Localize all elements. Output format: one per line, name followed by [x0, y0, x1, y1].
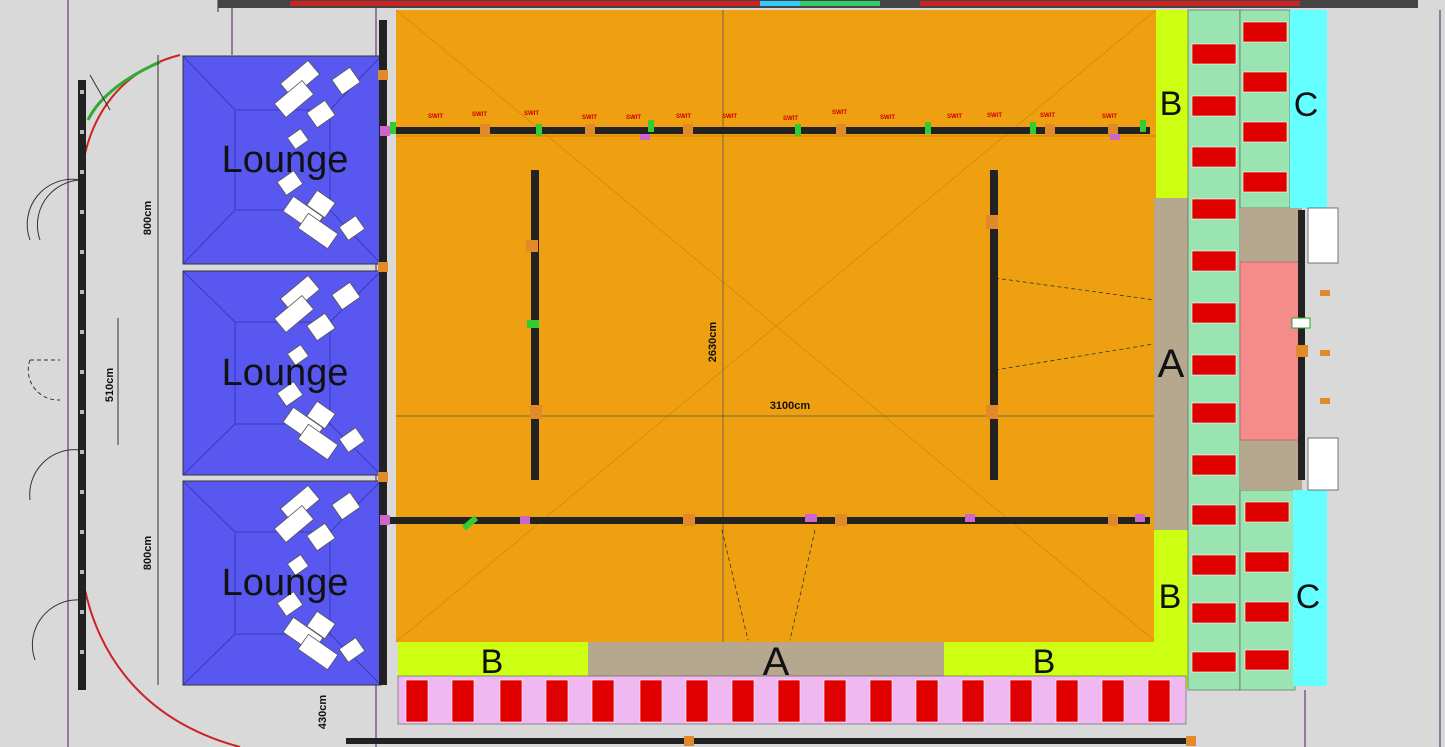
dim-lounge-top: 800cm — [142, 201, 154, 235]
svg-text:SWIT: SWIT — [783, 116, 798, 122]
lounge-bottom: Lounge — [182, 480, 382, 686]
floor-plan: 800cm 510cm 800cm 430cm Lounge Lounge Lo… — [0, 0, 1445, 747]
svg-text:SWIT: SWIT — [1040, 113, 1055, 119]
svg-text:SWIT: SWIT — [832, 110, 847, 116]
lounge-label: Lounge — [222, 352, 349, 394]
dim-hall-width: 3100cm — [770, 400, 811, 412]
dim-lounge-bottom: 800cm — [142, 536, 154, 570]
zone-c-top-label: C — [1294, 86, 1319, 124]
lounge-middle: Lounge — [182, 270, 382, 476]
svg-text:SWIT: SWIT — [1102, 114, 1117, 120]
zone-c-bottom-label: C — [1296, 578, 1321, 616]
svg-text:SWIT: SWIT — [524, 111, 539, 117]
top-edge-elements — [218, 0, 1418, 8]
zone-b-bottom-right-label: B — [1159, 578, 1182, 616]
svg-text:SWIT: SWIT — [428, 114, 443, 120]
dim-lounge-gap: 510cm — [104, 368, 116, 402]
dim-bottom-strip: 430cm — [317, 695, 329, 729]
stage-pink-area — [1239, 261, 1303, 441]
lounge-block: Lounge Lounge Lounge — [182, 55, 382, 686]
dim-hall-depth: 2630cm — [707, 322, 719, 363]
svg-text:SWIT: SWIT — [722, 114, 737, 120]
zone-b-top-right-label: B — [1160, 85, 1183, 123]
svg-text:SWIT: SWIT — [626, 115, 641, 121]
lounge-label: Lounge — [222, 139, 349, 181]
svg-text:SWIT: SWIT — [947, 114, 962, 120]
svg-text:SWIT: SWIT — [880, 115, 895, 121]
bottom-truss — [346, 738, 1196, 744]
svg-text:SWIT: SWIT — [987, 113, 1002, 119]
svg-text:SWIT: SWIT — [582, 115, 597, 121]
lounge-label: Lounge — [222, 562, 349, 604]
zone-b-bottom-mid-label: B — [1033, 643, 1056, 681]
svg-text:SWIT: SWIT — [472, 112, 487, 118]
lounge-divider-truss — [379, 20, 387, 685]
svg-text:SWIT: SWIT — [676, 114, 691, 120]
lounge-top: Lounge — [182, 55, 382, 265]
zone-a-right-label: A — [1158, 342, 1185, 386]
zone-b-bottom-left-label: B — [481, 643, 504, 681]
